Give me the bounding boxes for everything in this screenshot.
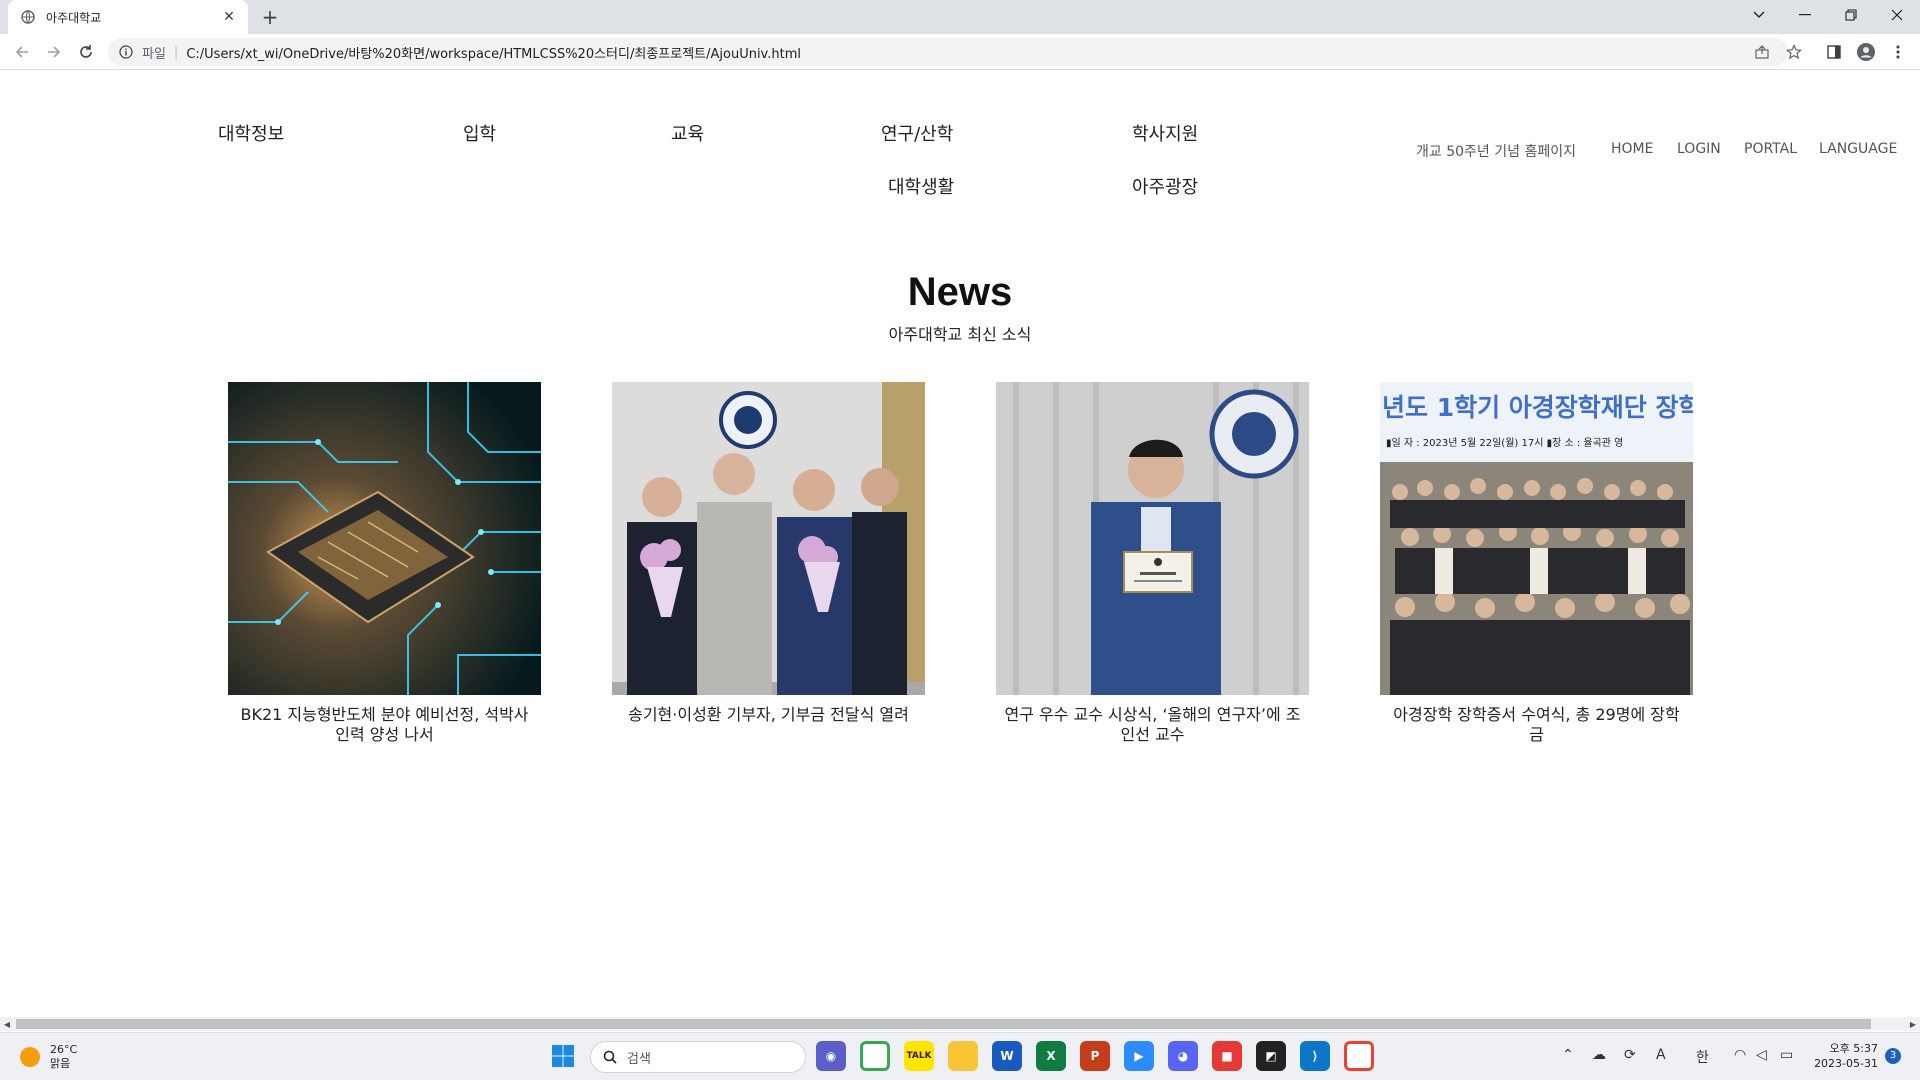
reload-icon[interactable]: [74, 40, 98, 64]
onedrive-icon[interactable]: ☁: [1592, 1047, 1606, 1063]
address-separator: |: [173, 44, 179, 60]
back-icon[interactable]: [10, 40, 34, 64]
browser-tab[interactable]: 아주대학교 ✕: [8, 0, 248, 34]
sticky-notes-icon[interactable]: ◩: [1256, 1041, 1286, 1071]
news-caption[interactable]: BK21 지능형반도체 분야 예비선정, 석박사 인력 양성 나서: [228, 705, 541, 745]
chrome-beta-icon[interactable]: [860, 1041, 890, 1071]
util-language-link[interactable]: LANGUAGE: [1819, 141, 1897, 157]
news-thumbnail-scholarship[interactable]: 년도 1학기 아경장학재단 장학 ▮일 자 : 2023년 5월 22일(월) …: [1380, 382, 1693, 695]
util-login-link[interactable]: LOGIN: [1677, 141, 1721, 157]
address-url: C:/Users/xt_wi/OneDrive/바탕%20화면/workspac…: [186, 46, 801, 62]
news-thumbnail-donation[interactable]: [612, 382, 925, 695]
teams-chat-icon[interactable]: ◉: [816, 1041, 846, 1071]
show-hidden-icons-icon[interactable]: ⌃: [1562, 1047, 1574, 1063]
tab-title: 아주대학교: [46, 10, 102, 25]
address-protocol: 파일: [142, 46, 166, 62]
file-explorer-icon[interactable]: [948, 1041, 978, 1071]
clock-date: 2023-05-31: [1814, 1057, 1878, 1070]
minimize-icon[interactable]: [1782, 0, 1828, 30]
news-card[interactable]: 송기현·이성환 기부자, 기부금 전달식 열려: [612, 382, 925, 725]
news-caption[interactable]: 송기현·이성환 기부자, 기부금 전달식 열려: [612, 705, 925, 725]
banner-headline: 년도 1학기 아경장학재단 장학: [1382, 393, 1693, 422]
excel-icon[interactable]: X: [1036, 1041, 1066, 1071]
red-app-icon[interactable]: ■: [1212, 1041, 1242, 1071]
side-panel-icon[interactable]: [1822, 40, 1846, 64]
news-caption[interactable]: 연구 우수 교수 시상식, ‘올해의 연구자’에 조인선 교수: [996, 705, 1309, 745]
battery-icon[interactable]: ▭: [1780, 1047, 1793, 1063]
scroll-left-icon[interactable]: ◀: [0, 1017, 14, 1031]
taskbar-search-input[interactable]: 검색: [590, 1041, 806, 1073]
menu-kebab-icon[interactable]: [1886, 40, 1910, 64]
util-50th-anniversary-link[interactable]: 개교 50주년 기념 홈페이지: [1416, 141, 1576, 161]
news-thumbnail-chip[interactable]: [228, 382, 541, 695]
weather-temp: 26°C: [50, 1043, 78, 1056]
close-window-icon[interactable]: [1874, 0, 1920, 30]
powerpoint-icon[interactable]: P: [1080, 1041, 1110, 1071]
clock-time: 오후 5:37: [1829, 1042, 1878, 1055]
profile-avatar-icon[interactable]: [1854, 40, 1878, 64]
browser-tab-strip: 아주대학교 ✕ +: [0, 0, 1920, 34]
news-thumbnail-award[interactable]: [996, 382, 1309, 695]
scroll-right-icon[interactable]: ▶: [1906, 1017, 1920, 1031]
new-tab-button[interactable]: +: [258, 6, 282, 30]
system-clock[interactable]: 오후 5:37 2023-05-31: [1808, 1041, 1878, 1071]
ime-language[interactable]: 한: [1696, 1047, 1709, 1067]
gnb-item-academic-support[interactable]: 학사지원: [1132, 120, 1198, 146]
taskbar: 26°C 맑음 검색 ◉ TALK W X P ▶ ◕ ■ ◩ ⟩ ⌃ ☁ ⟳ …: [0, 1032, 1920, 1080]
wifi-icon[interactable]: ◠: [1734, 1047, 1746, 1063]
util-home-link[interactable]: HOME: [1611, 141, 1653, 157]
discord-icon[interactable]: ◕: [1168, 1041, 1198, 1071]
start-windows-icon[interactable]: [548, 1041, 578, 1071]
chrome-icon[interactable]: [1344, 1041, 1374, 1071]
info-icon[interactable]: [118, 44, 134, 60]
gnb-item-campus-life[interactable]: 대학생활: [888, 173, 954, 199]
forward-icon[interactable]: [42, 40, 66, 64]
vscode-icon[interactable]: ⟩: [1300, 1041, 1330, 1071]
search-icon: [603, 1050, 617, 1064]
gnb-item-university-info[interactable]: 대학정보: [218, 120, 284, 146]
share-icon[interactable]: [1750, 40, 1774, 64]
bookmark-star-icon[interactable]: [1782, 40, 1806, 64]
news-card[interactable]: 연구 우수 교수 시상식, ‘올해의 연구자’에 조인선 교수: [996, 382, 1309, 745]
tab-search-icon[interactable]: [1736, 0, 1782, 30]
notification-badge[interactable]: 3: [1885, 1048, 1901, 1064]
ime-mode[interactable]: A: [1656, 1047, 1666, 1063]
globe-icon: [20, 9, 36, 25]
kakaotalk-icon[interactable]: TALK: [904, 1041, 934, 1071]
gnb-item-admission[interactable]: 입학: [463, 120, 496, 146]
word-icon[interactable]: W: [992, 1041, 1022, 1071]
sync-icon[interactable]: ⟳: [1624, 1047, 1636, 1063]
banner-details: ▮일 자 : 2023년 5월 22일(월) 17시 ▮장 소 : 율곡관 영: [1386, 438, 1624, 449]
browser-toolbar: 파일 | C:/Users/xt_wi/OneDrive/바탕%20화면/wor…: [0, 34, 1920, 70]
news-card[interactable]: 년도 1학기 아경장학재단 장학 ▮일 자 : 2023년 5월 22일(월) …: [1380, 382, 1693, 745]
page-content: 대학정보 입학 교육 연구/산학 학사지원 대학생활 아주광장 개교 50주년 …: [0, 71, 1920, 1017]
search-placeholder: 검색: [627, 1051, 651, 1067]
tab-close-icon[interactable]: ✕: [220, 9, 238, 25]
gnb-item-ajou-plaza[interactable]: 아주광장: [1132, 173, 1198, 199]
address-bar[interactable]: 파일 | C:/Users/xt_wi/OneDrive/바탕%20화면/wor…: [108, 38, 1788, 66]
news-subtitle: 아주대학교 최신 소식: [888, 325, 1032, 344]
weather-widget[interactable]: 26°C 맑음: [20, 1043, 77, 1071]
zoom-icon[interactable]: ▶: [1124, 1041, 1154, 1071]
sun-icon: [20, 1047, 40, 1067]
util-portal-link[interactable]: PORTAL: [1744, 141, 1797, 157]
weather-desc: 맑음: [50, 1057, 71, 1070]
news-title: News: [907, 270, 1013, 314]
gnb-item-research[interactable]: 연구/산학: [881, 120, 953, 146]
news-caption[interactable]: 아경장학 장학증서 수여식, 총 29명에 장학금: [1380, 705, 1693, 745]
speaker-icon[interactable]: ◁: [1756, 1047, 1767, 1063]
gnb-item-education[interactable]: 교육: [671, 120, 704, 146]
horizontal-scrollbar[interactable]: ◀ ▶: [0, 1017, 1920, 1031]
news-card[interactable]: BK21 지능형반도체 분야 예비선정, 석박사 인력 양성 나서: [228, 382, 541, 745]
restore-icon[interactable]: [1828, 0, 1874, 30]
scrollbar-thumb[interactable]: [16, 1019, 1871, 1029]
